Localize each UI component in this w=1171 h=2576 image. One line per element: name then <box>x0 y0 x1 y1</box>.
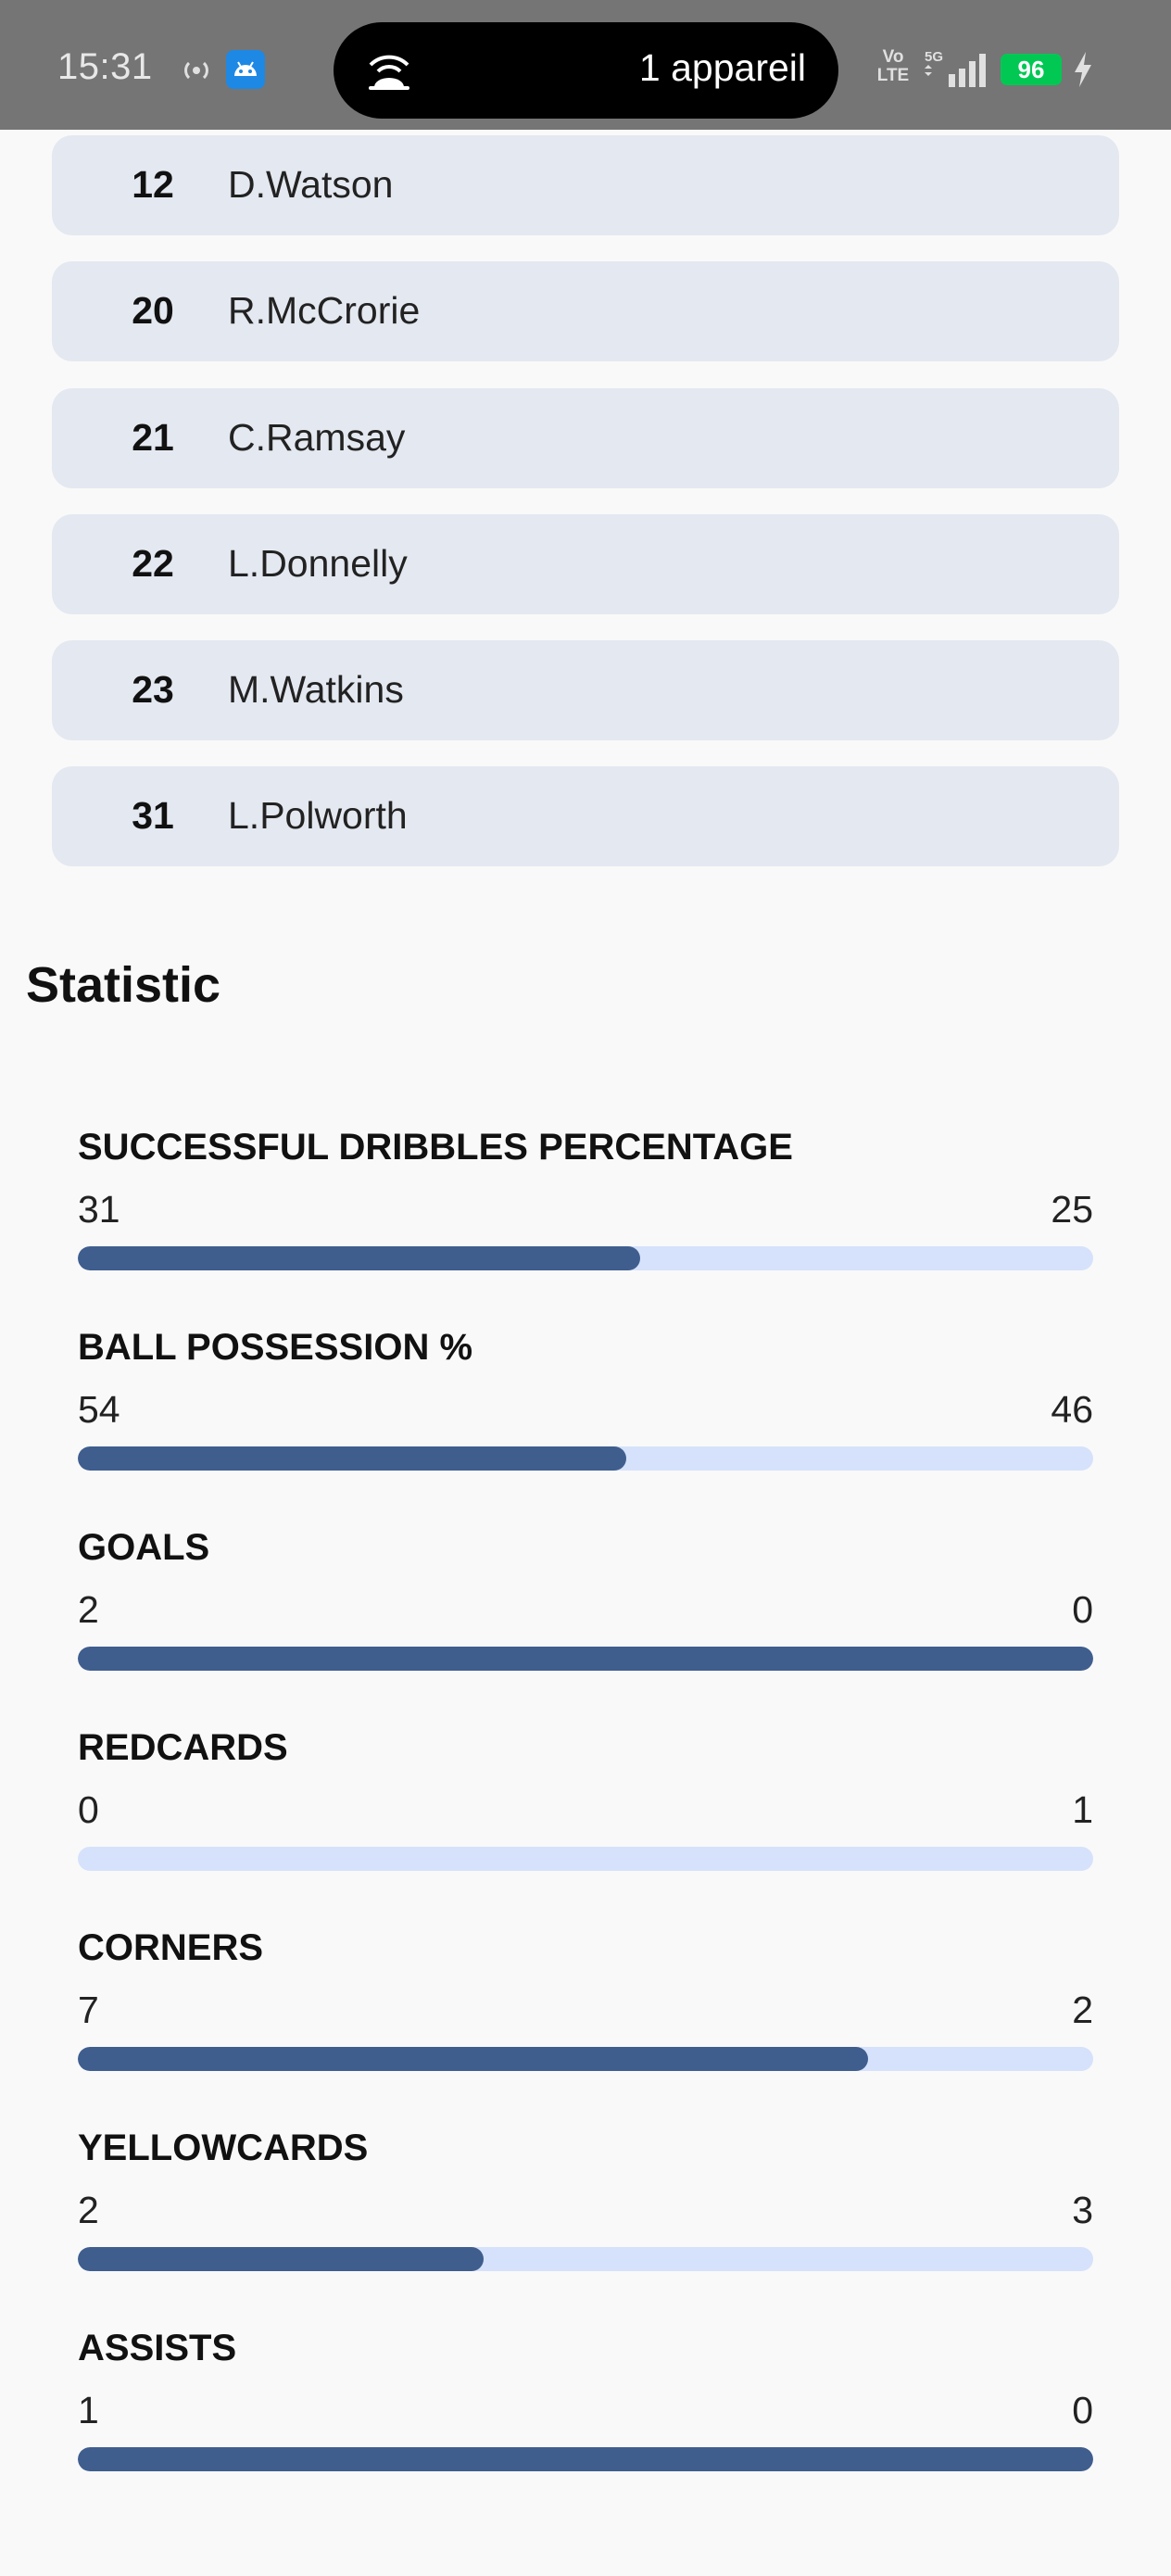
stat-bar <box>78 2047 1093 2071</box>
player-number: 31 <box>132 794 174 837</box>
player-name: C.Ramsay <box>228 416 406 459</box>
player-name: D.Watson <box>228 163 394 206</box>
statistic-title: Statistic <box>26 957 221 1013</box>
stat-away-value: 0 <box>1072 2389 1093 2431</box>
stat-bar <box>78 2247 1093 2271</box>
player-row[interactable]: 20 R.McCrorie <box>52 261 1119 361</box>
stat-bar-home-fill <box>78 1647 1093 1671</box>
stat-home-value: 0 <box>78 1788 99 1831</box>
player-number: 22 <box>132 542 174 585</box>
player-name: R.McCrorie <box>228 289 421 332</box>
player-number: 23 <box>132 668 174 711</box>
stat-home-value: 31 <box>78 1188 120 1231</box>
stat-label: YELLOWCARDS <box>78 2128 369 2168</box>
stat-home-value: 7 <box>78 1989 99 2031</box>
volte-indicator: Vo LTE <box>876 47 910 85</box>
wifi-share-icon <box>369 55 409 90</box>
signal-5g-icon: 5G <box>925 49 986 87</box>
stat-home-value: 2 <box>78 2189 99 2231</box>
stat-label: REDCARDS <box>78 1727 288 1768</box>
stat-home-value: 2 <box>78 1588 99 1631</box>
battery-indicator: 96 <box>1001 54 1062 85</box>
player-row[interactable]: 12 D.Watson <box>52 135 1119 235</box>
player-number: 21 <box>132 416 174 459</box>
stat-bar <box>78 1847 1093 1871</box>
player-name: L.Polworth <box>228 794 408 837</box>
player-row[interactable]: 21 C.Ramsay <box>52 388 1119 488</box>
bolt-icon <box>1075 52 1091 87</box>
player-name: M.Watkins <box>228 668 404 711</box>
player-row[interactable]: 23 M.Watkins <box>52 640 1119 740</box>
stat-bar-home-fill <box>78 2047 868 2071</box>
stat-away-value: 46 <box>1051 1388 1093 1431</box>
stat-away-value: 3 <box>1072 2189 1093 2231</box>
status-time: 15:31 <box>57 46 153 87</box>
stat-away-value: 25 <box>1051 1188 1093 1231</box>
stat-home-value: 1 <box>78 2389 99 2431</box>
stat-label: SUCCESSFUL DRIBBLES PERCENTAGE <box>78 1127 793 1168</box>
player-row[interactable]: 22 L.Donnelly <box>52 514 1119 614</box>
player-name: L.Donnelly <box>228 542 408 585</box>
stat-label: ASSISTS <box>78 2328 237 2368</box>
stat-bar <box>78 1647 1093 1671</box>
stat-label: BALL POSSESSION % <box>78 1327 473 1368</box>
status-bar: 15:31 1 appareil Vo LTE 5G 96 <box>0 0 1171 130</box>
android-app-icon <box>226 50 265 89</box>
hotspot-icon <box>184 61 208 80</box>
stat-bar <box>78 2447 1093 2471</box>
stat-bar <box>78 1246 1093 1270</box>
svg-text:5G: 5G <box>925 49 943 65</box>
stat-label: GOALS <box>78 1527 210 1568</box>
stat-away-value: 2 <box>1072 1989 1093 2031</box>
stat-label: CORNERS <box>78 1927 264 1968</box>
player-row[interactable]: 31 L.Polworth <box>52 766 1119 866</box>
stat-bar-home-fill <box>78 2447 1093 2471</box>
player-number: 12 <box>132 163 174 206</box>
stat-bar-home-fill <box>78 1446 626 1471</box>
hotspot-device-count: 1 appareil <box>638 46 806 89</box>
stat-home-value: 54 <box>78 1388 120 1431</box>
player-number: 20 <box>132 289 174 332</box>
stat-bar-home-fill <box>78 2247 485 2271</box>
stat-away-value: 1 <box>1072 1788 1093 1831</box>
stat-bar-home-fill <box>78 1246 641 1270</box>
stat-bar <box>78 1446 1093 1471</box>
stat-away-value: 0 <box>1072 1588 1093 1631</box>
